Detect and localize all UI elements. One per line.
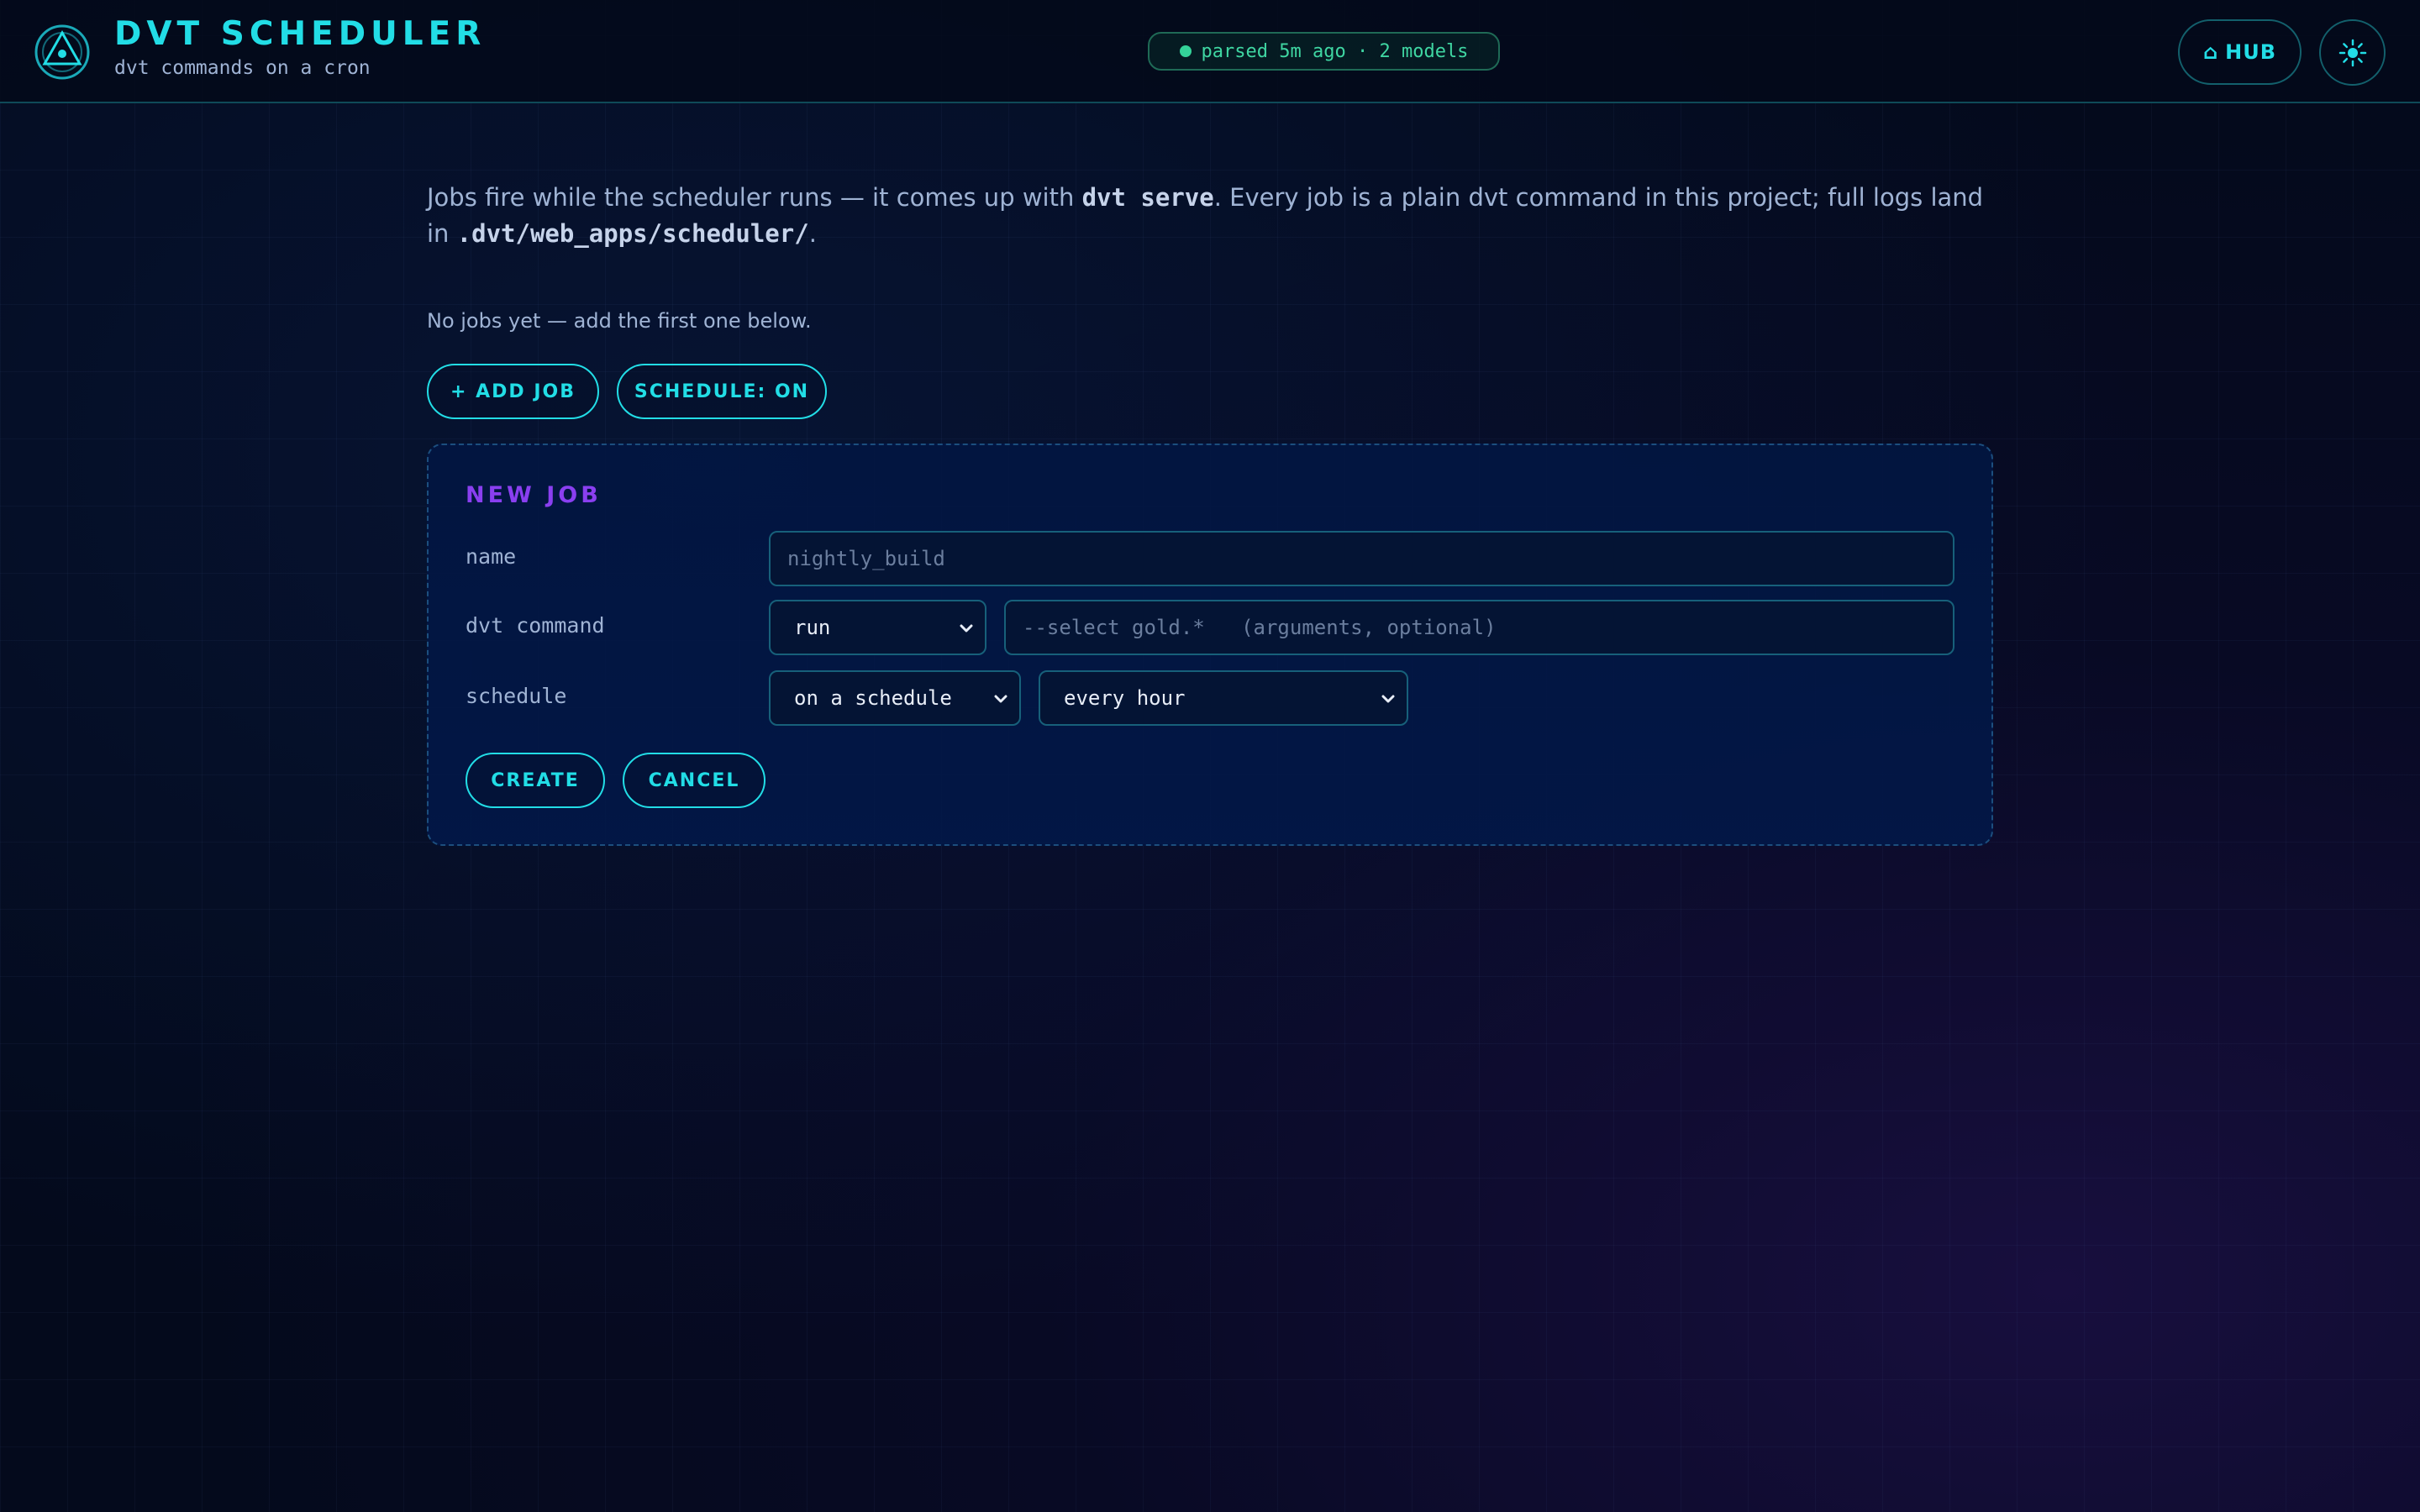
schedule-mode-select[interactable]: on a schedule <box>769 670 1021 726</box>
job-name-placeholder: nightly_build <box>787 547 945 570</box>
schedule-toggle-button[interactable]: SCHEDULE: ON <box>617 364 827 419</box>
schedule-mode-value: on a schedule <box>794 686 952 710</box>
app-header: DVT SCHEDULER dvt commands on a cron par… <box>0 0 2420 103</box>
schedule-interval-select[interactable]: every hour <box>1039 670 1408 726</box>
intro-text-3: . <box>808 219 817 248</box>
command-select-value: run <box>794 616 831 639</box>
scheduler-logo-icon <box>34 24 90 80</box>
command-args-input[interactable]: --select gold.* (arguments, optional) <box>1004 600 1954 655</box>
new-job-panel: NEW JOB name nightly_build dvt command r… <box>427 444 1993 846</box>
schedule-label: schedule <box>466 684 567 708</box>
name-label: name <box>466 544 517 569</box>
command-select[interactable]: run <box>769 600 986 655</box>
schedule-interval-value: every hour <box>1064 686 1186 710</box>
parse-status-badge: parsed 5m ago · 2 models <box>1148 32 1500 71</box>
chevron-down-icon <box>960 624 973 633</box>
hub-button[interactable]: ⌂ HUB <box>2178 19 2302 85</box>
create-button[interactable]: CREATE <box>466 753 605 808</box>
cancel-button[interactable]: CANCEL <box>623 753 765 808</box>
chevron-down-icon <box>1381 695 1395 703</box>
home-icon: ⌂ <box>2202 40 2219 64</box>
hub-button-label: HUB <box>2225 40 2277 64</box>
parse-status-text: parsed 5m ago · 2 models <box>1201 40 1469 62</box>
intro-code-logs-path: .dvt/web_apps/scheduler/ <box>456 219 809 248</box>
command-label: dvt command <box>466 613 605 638</box>
chevron-down-icon <box>994 695 1007 703</box>
job-name-input[interactable]: nightly_build <box>769 531 1954 586</box>
intro-text-1: Jobs fire while the scheduler runs — it … <box>427 183 1082 212</box>
add-job-button[interactable]: + ADD JOB <box>427 364 599 419</box>
command-args-placeholder: --select gold.* (arguments, optional) <box>1023 616 1497 639</box>
app-subtitle: dvt commands on a cron <box>114 57 371 79</box>
sun-icon <box>2338 39 2366 66</box>
intro-paragraph: Jobs fire while the scheduler runs — it … <box>427 180 1998 252</box>
app-title: DVT SCHEDULER <box>114 15 487 53</box>
empty-jobs-note: No jobs yet — add the first one below. <box>427 309 812 333</box>
theme-toggle-button[interactable] <box>2319 19 2386 86</box>
new-job-title: NEW JOB <box>466 482 602 508</box>
status-dot-icon <box>1179 45 1192 57</box>
intro-code-serve: dvt serve <box>1081 183 1214 212</box>
